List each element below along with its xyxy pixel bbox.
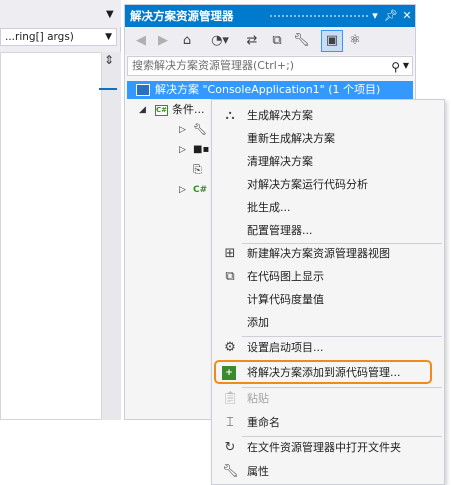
sync-icon[interactable]: ⇄	[244, 32, 260, 50]
menu-properties[interactable]: 🔧︎ 属性	[214, 461, 442, 483]
chevron-down-icon[interactable]: ▼	[106, 9, 114, 20]
references-icon: ■▪	[193, 144, 210, 155]
project-node: C# 条件...	[155, 100, 205, 120]
show-all-files-button[interactable]: ▣	[321, 30, 343, 52]
paste-icon: 📋︎	[222, 391, 239, 406]
context-menu: ⛬ 生成解决方案 重新生成解决方案 清理解决方案 对解决方案运行代码分析 批生成…	[211, 99, 445, 485]
drag-grip[interactable]	[269, 14, 369, 19]
menu-item-label: 计算代码度量值	[247, 293, 324, 306]
code-editor-area[interactable]	[0, 52, 102, 420]
menu-batch-build[interactable]: 批生成...	[214, 197, 442, 219]
editor-scrollbar[interactable]	[102, 52, 121, 420]
menu-calculate-code-metrics[interactable]: 计算代码度量值	[214, 289, 442, 311]
chevron-down-icon[interactable]: ▼	[403, 57, 409, 75]
menu-new-explorer-view[interactable]: ⊞ 新建解决方案资源管理器视图	[214, 243, 442, 265]
menu-item-label: 属性	[247, 465, 269, 478]
code-editor-pane: ▼ ...ring[] args) ▼ ⇕	[0, 0, 121, 420]
build-icon: ⛬	[225, 108, 235, 123]
chevron-down-icon: ▼	[105, 32, 112, 42]
history-icon[interactable]: ◔▾	[209, 32, 231, 50]
collapsed-arrow-icon[interactable]: ▷	[179, 180, 186, 200]
show-all-files-icon: ▣	[325, 33, 339, 48]
tree-item-properties[interactable]: ▷ 🔧︎	[179, 120, 209, 140]
menu-clean-solution[interactable]: 清理解决方案	[214, 151, 442, 173]
project-label: 条件...	[172, 103, 205, 116]
menu-item-label: 重新生成解决方案	[247, 132, 335, 145]
menu-item-label: 配置管理器...	[247, 224, 313, 237]
solution-explorer-toolbar: ◀ ▶ ⌂ ◔▾ ⇄ ⧉ 🔧︎ ▣ ⚛	[125, 27, 415, 55]
tree-item-project[interactable]: ◢ C# 条件...	[139, 100, 219, 120]
menu-show-on-code-map[interactable]: ⧉ 在代码图上显示	[214, 266, 442, 288]
solution-label: 解决方案 "ConsoleApplication1" (1 个项目)	[155, 83, 381, 96]
menu-item-label: 粘贴	[247, 392, 269, 405]
csharp-project-icon: C#	[155, 104, 168, 116]
menu-item-label: 批生成...	[247, 201, 291, 214]
source-control-icon: +	[222, 366, 236, 380]
menu-item-label: 在文件资源管理器中打开文件夹	[247, 441, 401, 454]
config-file-icon: ⎘	[193, 163, 202, 176]
menu-item-label: 对解决方案运行代码分析	[247, 178, 368, 191]
wrench-icon: 🔧︎	[222, 464, 239, 479]
menu-item-label: 将解决方案添加到源代码管理...	[247, 366, 401, 379]
menu-item-label: 添加	[247, 316, 269, 329]
member-dropdown-value: ...ring[] args)	[5, 31, 74, 43]
split-handle-icon[interactable]: ⇕	[104, 53, 114, 67]
collapsed-arrow-icon[interactable]: ▷	[179, 140, 186, 160]
menu-configuration-manager[interactable]: 配置管理器...	[214, 220, 442, 242]
close-icon[interactable]: ✕	[400, 9, 414, 23]
menu-item-label: 重命名	[247, 416, 280, 429]
menu-paste[interactable]: 📋︎ 粘贴	[214, 388, 442, 410]
menu-build-solution[interactable]: ⛬ 生成解决方案	[214, 105, 442, 127]
home-icon[interactable]: ⌂	[178, 32, 196, 50]
menu-set-startup-projects[interactable]: ⚙ 设置启动项目...	[214, 337, 442, 359]
dropdown-icon[interactable]: ▾	[368, 9, 382, 23]
menu-run-code-analysis[interactable]: 对解决方案运行代码分析	[214, 174, 442, 196]
menu-item-label: 新建解决方案资源管理器视图	[247, 247, 390, 260]
menu-rebuild-solution[interactable]: 重新生成解决方案	[214, 128, 442, 150]
new-view-icon: ⊞	[224, 246, 236, 261]
panel-title: 解决方案资源管理器	[130, 9, 234, 23]
solution-explorer-titlebar: 解决方案资源管理器 ▾ 📌︎ ✕	[125, 5, 415, 27]
tree-item-solution[interactable]: 解决方案 "ConsoleApplication1" (1 个项目)	[127, 81, 413, 99]
member-dropdown[interactable]: ...ring[] args) ▼	[0, 28, 117, 46]
expanded-arrow-icon[interactable]: ◢	[139, 100, 146, 120]
tree-item-program[interactable]: ▷ C#	[179, 180, 209, 200]
tree-item-config[interactable]: ⎘	[191, 160, 211, 180]
open-folder-icon: ↻	[224, 440, 236, 455]
split-indicator	[99, 88, 117, 90]
code-map-icon: ⧉	[225, 269, 235, 284]
collapse-all-icon[interactable]: ⧉	[269, 32, 285, 50]
menu-rename[interactable]: ⌶ 重命名	[214, 412, 442, 434]
wrench-icon[interactable]: 🔧︎	[293, 32, 310, 50]
solution-icon	[136, 84, 150, 96]
editor-background	[0, 420, 121, 485]
tree-item-references[interactable]: ▷ ■▪	[179, 140, 209, 160]
menu-item-label: 设置启动项目...	[247, 341, 324, 354]
menu-item-label: 清理解决方案	[247, 155, 313, 168]
forward-icon[interactable]: ▶	[155, 32, 171, 50]
menu-item-label: 生成解决方案	[247, 109, 313, 122]
menu-item-label: 在代码图上显示	[247, 270, 324, 283]
csharp-file-icon: C#	[193, 185, 208, 195]
editor-navigation-bar: ▼	[0, 0, 121, 27]
back-icon[interactable]: ◀	[133, 32, 149, 50]
rename-icon: ⌶	[226, 415, 234, 430]
menu-add[interactable]: 添加	[214, 312, 442, 334]
pin-icon[interactable]: 📌︎	[384, 9, 398, 23]
search-placeholder: 搜索解决方案资源管理器(Ctrl+;)	[132, 59, 295, 72]
search-icon[interactable]: ⚲	[391, 58, 400, 76]
collapsed-arrow-icon[interactable]: ▷	[179, 120, 186, 140]
gear-icon: ⚙	[224, 340, 236, 355]
solution-search-input[interactable]: 搜索解决方案资源管理器(Ctrl+;) ⚲ ▼	[127, 56, 413, 76]
class-view-icon[interactable]: ⚛	[347, 32, 363, 50]
menu-open-folder-in-explorer[interactable]: ↻ 在文件资源管理器中打开文件夹	[214, 437, 442, 459]
wrench-icon: 🔧︎	[193, 123, 207, 136]
menu-add-to-source-control[interactable]: + 将解决方案添加到源代码管理...	[214, 362, 442, 384]
